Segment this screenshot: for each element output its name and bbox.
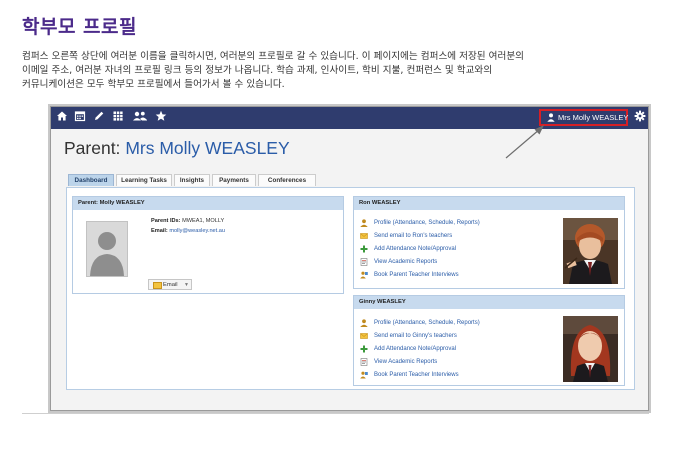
link-label: Book Parent Teacher Interviews bbox=[374, 372, 459, 378]
divider bbox=[22, 413, 649, 414]
envelope-icon bbox=[360, 233, 368, 239]
description-line: 컴퍼스 오른쪽 상단에 여러분 이름을 클릭하시면, 여러분의 프로필로 갈 수… bbox=[22, 51, 524, 62]
envelope-icon bbox=[360, 333, 368, 339]
email-button-label: Email bbox=[163, 282, 178, 288]
tab-conferences[interactable]: Conferences bbox=[258, 174, 316, 186]
parent-heading: Parent: Mrs Molly WEASLEY bbox=[64, 138, 290, 159]
link-label: Send email to Ron's teachers bbox=[374, 233, 453, 239]
avatar bbox=[86, 221, 128, 277]
user-profile-icon bbox=[360, 219, 368, 227]
link-label: Book Parent Teacher Interviews bbox=[374, 272, 459, 278]
interview-icon bbox=[360, 271, 368, 279]
email-dropdown-button[interactable]: Email ▼ bbox=[148, 279, 192, 290]
parent-email-link[interactable]: molly@weasley.net.au bbox=[169, 228, 225, 234]
chevron-down-icon: ▼ bbox=[184, 282, 189, 288]
link-label: Profile (Attendance, Schedule, Reports) bbox=[374, 220, 480, 226]
link-label: Send email to Ginny's teachers bbox=[374, 333, 457, 339]
link-label: Add Attendance Note/Approval bbox=[374, 246, 457, 252]
parent-box: Parent: Molly WEASLEY Parent IDs: MWEA1,… bbox=[72, 196, 344, 294]
link-label: Profile (Attendance, Schedule, Reports) bbox=[374, 320, 480, 326]
parent-heading-name: Mrs Molly WEASLEY bbox=[125, 138, 290, 158]
report-icon bbox=[360, 358, 368, 366]
compass-screenshot: Mrs Molly WEASLEY Parent: Mrs Molly WEAS… bbox=[50, 106, 649, 411]
child-box-header: Ron WEASLEY bbox=[354, 197, 624, 210]
tab-insights[interactable]: Insights bbox=[174, 174, 210, 186]
link-label: View Academic Reports bbox=[374, 259, 438, 265]
description-line: 커뮤니케이션은 모두 학부모 프로필에서 들어가서 볼 수 있습니다. bbox=[22, 79, 285, 90]
parent-email-label: Email: bbox=[151, 228, 168, 234]
parent-box-header: Parent: Molly WEASLEY bbox=[73, 197, 343, 210]
link-label: Add Attendance Note/Approval bbox=[374, 346, 457, 352]
student-photo-ron bbox=[563, 218, 618, 284]
tab-dashboard[interactable]: Dashboard bbox=[68, 174, 114, 186]
parent-ids-label: Parent IDs: bbox=[151, 218, 181, 224]
child-box-header: Ginny WEASLEY bbox=[354, 296, 624, 309]
student-photo-ginny bbox=[563, 316, 618, 382]
envelope-icon bbox=[153, 282, 162, 289]
user-profile-icon bbox=[360, 319, 368, 327]
page-title: 학부모 프로필 bbox=[22, 16, 137, 38]
parent-ids-row: Parent IDs: MWEA1, MOLLY bbox=[151, 218, 224, 224]
plus-icon bbox=[360, 245, 368, 253]
link-label: View Academic Reports bbox=[374, 359, 438, 365]
plus-icon bbox=[360, 345, 368, 353]
parent-ids-value: MWEA1, MOLLY bbox=[182, 218, 225, 224]
parent-heading-prefix: Parent: bbox=[64, 138, 121, 158]
child-box-ginny: Ginny WEASLEY Profile (Attendance, Sched… bbox=[353, 295, 625, 386]
child-box-ron: Ron WEASLEY Profile (Attendance, Schedul… bbox=[353, 196, 625, 289]
description-line: 이메일 주소, 여러분 자녀의 프로필 링크 등의 정보가 나옵니다. 학습 과… bbox=[22, 65, 493, 76]
tab-payments[interactable]: Payments bbox=[212, 174, 256, 186]
interview-icon bbox=[360, 371, 368, 379]
tab-learning-tasks[interactable]: Learning Tasks bbox=[116, 174, 172, 186]
description: 컴퍼스 오른쪽 상단에 여러분 이름을 클릭하시면, 여러분의 프로필로 갈 수… bbox=[22, 50, 662, 92]
report-icon bbox=[360, 258, 368, 266]
parent-email-row: Email: molly@weasley.net.au bbox=[151, 228, 225, 234]
